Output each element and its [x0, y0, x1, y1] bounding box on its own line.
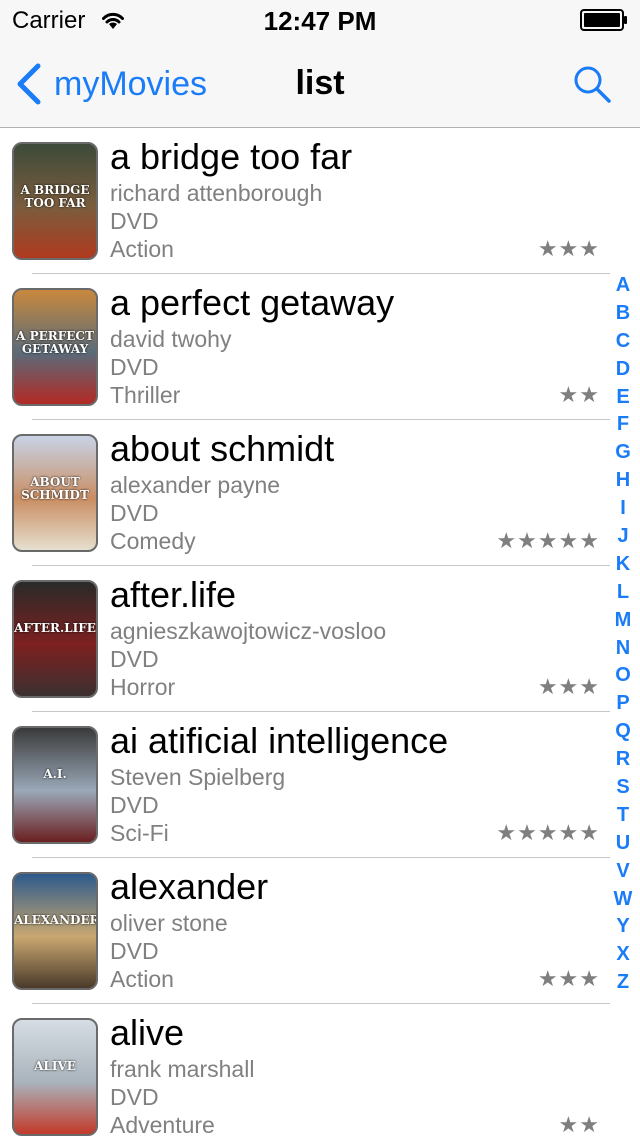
- movie-genre: Action: [110, 236, 174, 262]
- movie-genre: Adventure: [110, 1112, 215, 1136]
- movie-cover-image: ALEXANDER: [12, 872, 98, 990]
- movie-cover-title: ABOUT SCHMIDT: [21, 475, 89, 502]
- movie-title: after.life: [110, 574, 237, 615]
- movie-genre: Action: [110, 966, 174, 992]
- status-bar: Carrier 12:47 PM: [0, 0, 640, 40]
- movie-title: alive: [110, 1012, 185, 1053]
- movie-cover-image: A BRIDGE TOO FAR: [12, 142, 98, 260]
- index-letter[interactable]: C: [610, 328, 636, 356]
- list-item[interactable]: A BRIDGE TOO FAR a bridge too far richar…: [0, 128, 640, 274]
- star-rating-icon: ★★: [558, 382, 600, 407]
- index-letter[interactable]: E: [610, 384, 636, 412]
- movie-title: a perfect getaway: [110, 282, 395, 323]
- back-button-label: myMovies: [54, 64, 208, 103]
- star-rating-icon: ★★★★★: [496, 528, 600, 553]
- movie-director: oliver stone: [110, 910, 228, 936]
- movie-director: alexander payne: [110, 472, 281, 498]
- movie-cover-title: A PERFECT GETAWAY: [16, 329, 94, 356]
- movie-cover-image: A.I.: [12, 726, 98, 844]
- movie-genre: Sci-Fi: [110, 820, 169, 846]
- index-letter[interactable]: Z: [610, 969, 636, 997]
- index-letter[interactable]: X: [610, 941, 636, 969]
- movie-cover-title: ALIVE: [34, 1059, 76, 1073]
- list-item[interactable]: A PERFECT GETAWAY a perfect getaway davi…: [0, 274, 640, 420]
- index-letter[interactable]: J: [610, 523, 636, 551]
- index-letter[interactable]: U: [610, 830, 636, 858]
- movie-format: DVD: [110, 1084, 159, 1110]
- movie-cover-image: ALIVE: [12, 1018, 98, 1136]
- index-letter[interactable]: R: [610, 746, 636, 774]
- list-item[interactable]: ABOUT SCHMIDT about schmidt alexander pa…: [0, 420, 640, 566]
- index-letter[interactable]: K: [610, 551, 636, 579]
- star-rating-icon: ★★★★★: [496, 820, 600, 845]
- list-item[interactable]: A.I. ai atificial intelligence Steven Sp…: [0, 712, 640, 858]
- list-item[interactable]: AFTER.LIFE after.life agnieszkawojtowicz…: [0, 566, 640, 712]
- index-letter[interactable]: O: [610, 662, 636, 690]
- index-letter[interactable]: I: [610, 495, 636, 523]
- index-letter[interactable]: H: [610, 467, 636, 495]
- movie-director: agnieszkawojtowicz-vosloo: [110, 618, 387, 644]
- movie-cover-image: AFTER.LIFE: [12, 580, 98, 698]
- movie-format: DVD: [110, 500, 159, 526]
- movie-title: a bridge too far: [110, 136, 353, 177]
- movie-format: DVD: [110, 208, 159, 234]
- movie-format: DVD: [110, 938, 159, 964]
- index-letter[interactable]: S: [610, 774, 636, 802]
- movie-director: richard attenborough: [110, 180, 323, 206]
- section-index[interactable]: A B C D E F G H I J K L M N O P Q R S T …: [610, 272, 636, 997]
- list-item[interactable]: ALEXANDER alexander oliver stone DVD Act…: [0, 858, 640, 1004]
- index-letter[interactable]: G: [610, 439, 636, 467]
- index-letter[interactable]: L: [610, 579, 636, 607]
- index-letter[interactable]: N: [610, 635, 636, 663]
- movie-cover-image: A PERFECT GETAWAY: [12, 288, 98, 406]
- index-letter[interactable]: M: [610, 607, 636, 635]
- list-item[interactable]: ALIVE alive frank marshall DVD Adventure…: [0, 1004, 640, 1136]
- index-letter[interactable]: T: [610, 802, 636, 830]
- movie-title: alexander: [110, 866, 269, 907]
- search-icon[interactable]: [570, 62, 614, 106]
- movie-cover-image: ABOUT SCHMIDT: [12, 434, 98, 552]
- movie-title: ai atificial intelligence: [110, 720, 449, 761]
- star-rating-icon: ★★★: [537, 236, 600, 261]
- movie-cover-title: A.I.: [43, 767, 67, 781]
- index-letter[interactable]: D: [610, 356, 636, 384]
- movie-format: DVD: [110, 646, 159, 672]
- battery-icon: [580, 9, 627, 31]
- movie-title: about schmidt: [110, 428, 335, 469]
- movie-cover-title: A BRIDGE TOO FAR: [20, 183, 90, 210]
- chevron-left-icon: [17, 63, 41, 105]
- movie-director: david twohy: [110, 326, 232, 352]
- movie-format: DVD: [110, 354, 159, 380]
- index-letter[interactable]: F: [610, 411, 636, 439]
- movie-genre: Horror: [110, 674, 176, 700]
- index-letter[interactable]: W: [610, 886, 636, 914]
- navigation-bar: myMovies list: [0, 40, 640, 128]
- movie-cover-title: ALEXANDER: [14, 913, 98, 927]
- index-letter[interactable]: Y: [610, 913, 636, 941]
- index-letter[interactable]: Q: [610, 718, 636, 746]
- movie-cover-title: AFTER.LIFE: [14, 621, 96, 635]
- star-rating-icon: ★★★: [537, 966, 600, 991]
- star-rating-icon: ★★★: [537, 674, 600, 699]
- movie-director: Steven Spielberg: [110, 764, 286, 790]
- movie-genre: Thriller: [110, 382, 181, 408]
- movie-format: DVD: [110, 792, 159, 818]
- index-letter[interactable]: A: [610, 272, 636, 300]
- star-rating-icon: ★★: [558, 1112, 600, 1136]
- index-letter[interactable]: V: [610, 858, 636, 886]
- movie-director: frank marshall: [110, 1056, 255, 1082]
- movie-list[interactable]: A BRIDGE TOO FAR a bridge too far richar…: [0, 128, 640, 1136]
- index-letter[interactable]: B: [610, 300, 636, 328]
- back-button[interactable]: myMovies: [14, 60, 207, 108]
- index-letter[interactable]: P: [610, 690, 636, 718]
- movie-genre: Comedy: [110, 528, 196, 554]
- status-time: 12:47 PM: [263, 6, 377, 36]
